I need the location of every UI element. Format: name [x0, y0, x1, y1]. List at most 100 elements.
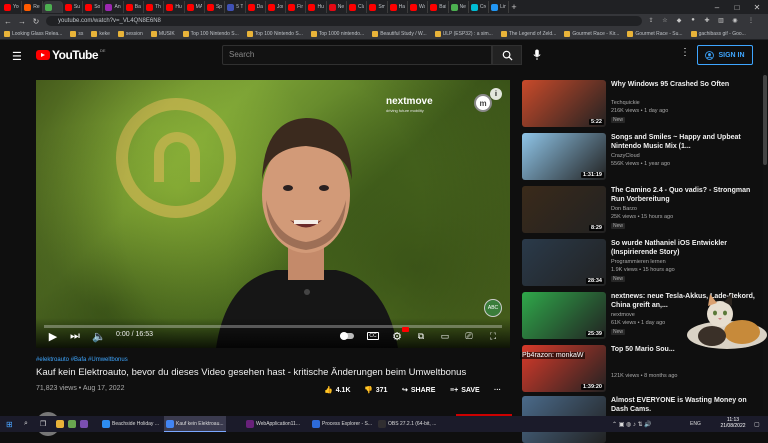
bookmark-item[interactable]: Top 100 Nintendo S... [246, 30, 303, 37]
minimize-icon[interactable]: – [710, 0, 724, 14]
browser-tab[interactable]: Batt [428, 1, 449, 13]
browser-tab[interactable]: Lino [489, 1, 510, 13]
browser-tab[interactable]: New [449, 1, 469, 13]
taskbar-search-icon[interactable]: ⌕ [24, 416, 28, 432]
browser-tab[interactable]: Jony [266, 1, 287, 13]
browser-tab[interactable]: Netf [327, 1, 348, 13]
miniplayer-icon[interactable]: ⧉ [414, 329, 428, 343]
bookmark-item[interactable]: gachibass gif - Goo... [690, 30, 746, 37]
url-input[interactable]: youtube.com/watch?v=_VL4QN8E6N8 [46, 16, 642, 26]
browser-menu-icon[interactable]: ⋮ [746, 15, 756, 25]
app-icon[interactable] [68, 416, 76, 432]
profile-icon[interactable]: ◉ [730, 15, 740, 25]
browser-tab[interactable]: War [408, 1, 429, 13]
progress-bar[interactable] [44, 325, 502, 328]
video-thumbnail[interactable]: 25:39 [522, 292, 606, 339]
bookmark-item[interactable]: keke [91, 30, 110, 37]
save-button[interactable]: ≡+ SAVE [450, 383, 480, 397]
app-icon[interactable] [80, 416, 88, 432]
bookmark-item[interactable]: Top 1000 nintendo... [310, 30, 364, 37]
tray-icons[interactable]: ⌃ ▣ ◍ ♪ ⇅ 🔊 [612, 416, 652, 432]
browser-tab[interactable]: Hal [388, 1, 408, 13]
reload-icon[interactable]: ↻ [30, 15, 42, 27]
video-thumbnail[interactable]: 8:29 [522, 186, 606, 233]
play-icon[interactable]: ▶ [46, 329, 60, 343]
bookmark-star-icon[interactable]: ☆ [660, 15, 670, 25]
browser-tab[interactable]: Reci [22, 1, 43, 13]
info-icon[interactable]: i [490, 88, 502, 100]
next-icon[interactable]: ⏭ [68, 329, 82, 343]
autoplay-toggle[interactable] [338, 329, 356, 343]
back-icon[interactable]: ← [2, 15, 14, 27]
puzzle-icon[interactable]: ✚ [702, 15, 712, 25]
language-indicator[interactable]: ENG [690, 416, 701, 432]
bookmark-item[interactable]: Gourmet Race - Kir... [564, 30, 619, 37]
taskbar-app-button[interactable]: Beachside Holiday ... [100, 416, 162, 432]
search-button[interactable] [492, 45, 522, 65]
bookmark-item[interactable]: Looking Glass Relea... [4, 30, 62, 37]
bookmark-item[interactable]: Top 100 Nintendo S... [182, 30, 239, 37]
forward-icon[interactable]: → [16, 15, 28, 27]
bookmark-item[interactable]: ULP (ESP32) : a sim... [434, 30, 493, 37]
youtube-logo[interactable]: YouTube DE [36, 48, 106, 62]
extension-icon[interactable]: ◆ [674, 15, 684, 25]
fullscreen-icon[interactable]: ⛶ [486, 329, 500, 343]
browser-tab[interactable]: This [144, 1, 165, 13]
browser-tab[interactable]: MAI [185, 1, 205, 13]
new-tab-icon[interactable]: + [509, 1, 523, 13]
channel-watermark[interactable]: ABC [484, 299, 502, 317]
maximize-icon[interactable]: □ [730, 0, 744, 14]
search-input[interactable]: Search [222, 45, 492, 65]
browser-tab[interactable]: Hug [164, 1, 185, 13]
browser-tab[interactable]: Batt [124, 1, 145, 13]
browser-tab[interactable]: Dat [246, 1, 266, 13]
bookmark-item[interactable]: ss [70, 30, 83, 37]
share-button[interactable]: ↪ SHARE [402, 383, 435, 397]
subtitles-icon[interactable]: CC [366, 329, 380, 343]
extension-icon[interactable]: ● [688, 15, 698, 25]
dislike-button[interactable]: 👎 371 [364, 383, 387, 397]
browser-tab[interactable]: You [2, 1, 23, 13]
video-thumbnail[interactable]: 1:31:19 [522, 133, 606, 180]
sidebar-icon[interactable]: ▥ [716, 15, 726, 25]
video-thumbnail[interactable]: 28:34 [522, 239, 606, 286]
microphone-icon[interactable] [530, 47, 544, 63]
settings-menu-icon[interactable]: ⋮ [680, 47, 690, 58]
volume-icon[interactable]: 🔈 [92, 329, 106, 343]
browser-tab[interactable]: Fine [286, 1, 307, 13]
task-view-icon[interactable]: ❒ [40, 416, 46, 432]
taskbar-app-button[interactable]: Process Explorer - S... [310, 416, 372, 432]
taskbar-app-button[interactable]: Kauf kein Elektroau... [164, 416, 226, 432]
browser-tab[interactable]: Hug [306, 1, 327, 13]
bookmark-item[interactable]: The Legend of Zeld... [500, 30, 556, 37]
bookmark-item[interactable]: Beautiful Study / W... [372, 30, 427, 37]
browser-tab[interactable]: Ann [103, 1, 124, 13]
taskbar-app-button[interactable]: WebApplication11... [244, 416, 306, 432]
more-actions-button[interactable]: ··· [494, 383, 501, 397]
scrollbar-thumb[interactable] [763, 75, 767, 165]
video-player[interactable] [36, 80, 510, 348]
video-thumbnail[interactable]: 5:22 [522, 80, 606, 127]
bookmark-item[interactable]: session [117, 30, 143, 37]
taskbar-app-button[interactable]: OBS 27.2.1 (64-bit, ... [376, 416, 438, 432]
hamburger-icon[interactable]: ☰ [12, 50, 22, 63]
like-button[interactable]: 👍 4.1K [324, 383, 351, 397]
browser-tab[interactable] [42, 1, 63, 13]
share-icon[interactable]: ⇪ [646, 15, 656, 25]
browser-tab[interactable]: 5 Th [225, 1, 246, 13]
browser-tab[interactable]: Sma [367, 1, 388, 13]
video-hashtags[interactable]: #elektroauto #Bafa #Umweltbonus [36, 357, 128, 363]
browser-tab[interactable]: Clau [347, 1, 368, 13]
bookmark-item[interactable]: Gourmet Race - Su... [627, 30, 683, 37]
browser-tab[interactable]: So b [83, 1, 104, 13]
windows-start-icon[interactable]: ⊞ [6, 416, 13, 432]
cast-icon[interactable]: ⎚ [462, 329, 476, 343]
file-explorer-icon[interactable] [56, 416, 64, 432]
browser-tab[interactable]: Spin [205, 1, 226, 13]
taskbar-clock[interactable]: 11:13 21/08/2022 [718, 417, 748, 429]
notifications-icon[interactable]: ▢ [754, 416, 760, 432]
close-icon[interactable]: ✕ [750, 0, 764, 14]
sign-in-button[interactable]: SIGN IN [697, 45, 753, 65]
browser-tab[interactable]: Crea [469, 1, 490, 13]
bookmark-item[interactable]: MUSIK [150, 30, 175, 37]
